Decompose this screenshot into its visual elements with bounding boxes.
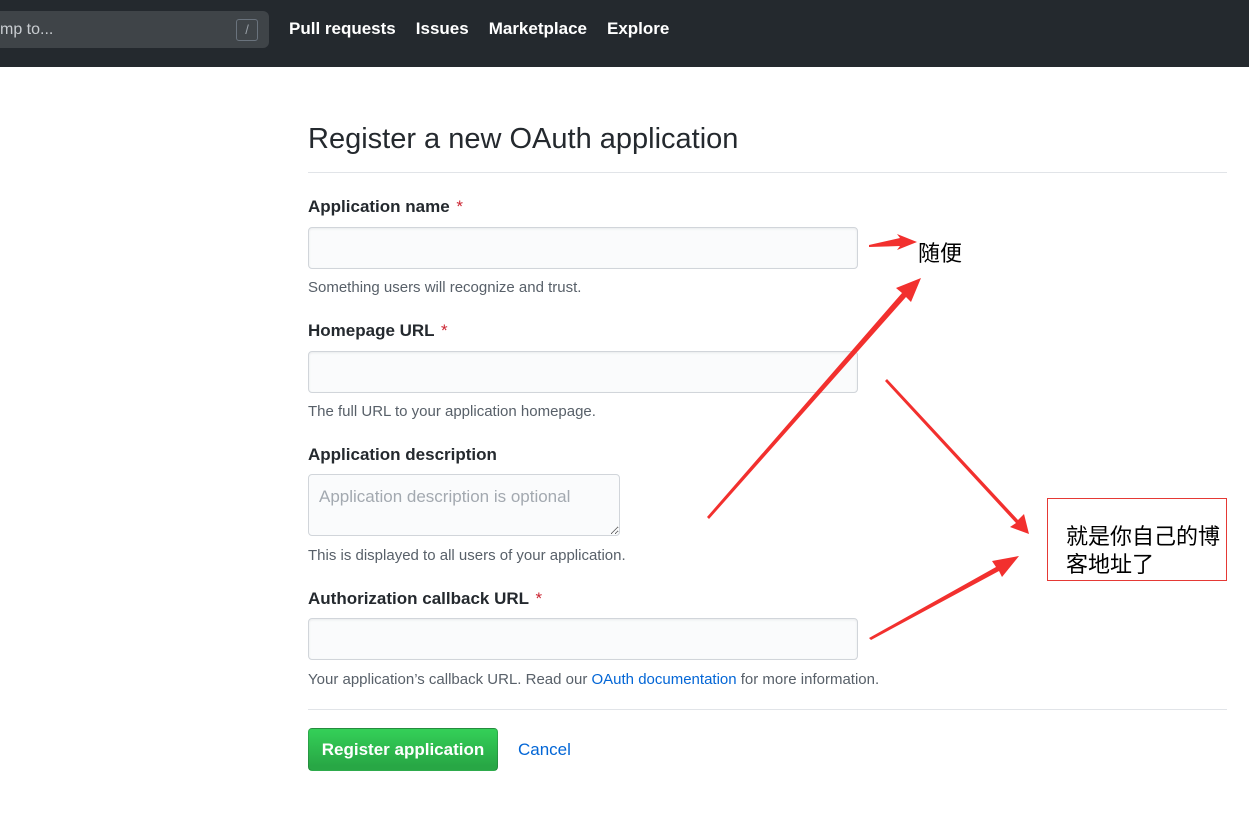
nav-pull-requests[interactable]: Pull requests — [289, 19, 396, 39]
register-application-button[interactable]: Register application — [308, 728, 498, 771]
search-placeholder: mp to... — [0, 21, 54, 38]
top-navbar: mp to... / Pull requests Issues Marketpl… — [0, 0, 1249, 67]
title-divider — [308, 172, 1227, 173]
app-name-note: Something users will recognize and trust… — [308, 279, 582, 296]
arrow-down-to-box — [885, 379, 1029, 534]
arrow-to-note1 — [869, 234, 917, 250]
arrow-callback-to-box — [869, 556, 1019, 640]
search-input[interactable]: mp to... / — [0, 11, 269, 48]
oauth-documentation-link[interactable]: OAuth documentation — [592, 671, 737, 688]
homepage-url-label-text: Homepage URL — [308, 321, 435, 340]
app-name-label-text: Application name — [308, 197, 450, 216]
required-marker: * — [535, 589, 543, 608]
callback-url-label: Authorization callback URL * — [308, 589, 542, 609]
callback-note-suffix: for more information. — [736, 671, 880, 688]
callback-note-prefix: Your application’s callback URL. Read ou… — [308, 671, 592, 688]
required-marker: * — [456, 197, 464, 216]
form-divider — [308, 709, 1227, 710]
nav-explore[interactable]: Explore — [607, 19, 669, 39]
callback-url-input[interactable] — [308, 618, 858, 660]
search-shortcut-key: / — [236, 19, 258, 41]
app-name-label: Application name * — [308, 197, 463, 217]
callback-url-note: Your application’s callback URL. Read ou… — [308, 671, 879, 688]
nav-marketplace[interactable]: Marketplace — [489, 19, 587, 39]
homepage-url-label: Homepage URL * — [308, 321, 448, 341]
page-title: Register a new OAuth application — [308, 123, 739, 155]
annotation-note-1: 随便 — [918, 242, 963, 267]
app-description-textarea[interactable] — [308, 474, 620, 536]
app-description-note: This is displayed to all users of your a… — [308, 547, 626, 564]
arrow-up-to-note1 — [707, 278, 921, 519]
required-marker: * — [441, 321, 448, 340]
app-description-label-text: Application description — [308, 445, 497, 464]
homepage-url-input[interactable] — [308, 351, 858, 393]
annotation-note-2: 就是你自己的博客地址了 — [1066, 525, 1221, 578]
app-name-input[interactable] — [308, 227, 858, 269]
app-description-label: Application description — [308, 445, 497, 465]
nav-issues[interactable]: Issues — [416, 19, 469, 39]
callback-url-label-text: Authorization callback URL — [308, 589, 529, 608]
homepage-url-note: The full URL to your application homepag… — [308, 403, 596, 420]
cancel-link[interactable]: Cancel — [518, 740, 571, 760]
main-nav: Pull requests Issues Marketplace Explore — [289, 19, 689, 39]
